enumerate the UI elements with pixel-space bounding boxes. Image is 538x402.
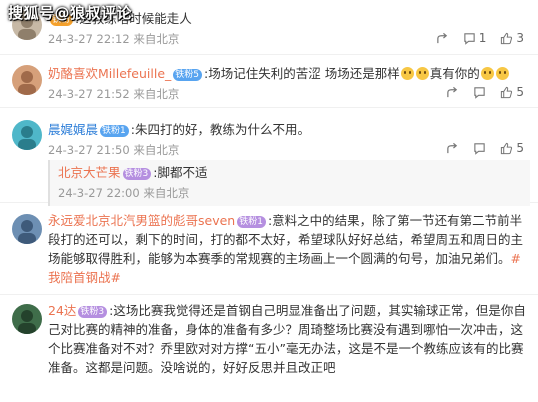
laugh-cry-emoji-icon xyxy=(480,67,494,80)
like-button[interactable]: 5 xyxy=(500,141,524,155)
comment-text-suffix: 真有你的 xyxy=(429,66,480,81)
thumbs-up-icon xyxy=(501,142,513,154)
reply-button[interactable] xyxy=(473,86,486,99)
avatar[interactable] xyxy=(12,120,42,150)
avatar[interactable] xyxy=(12,304,42,334)
comment-body: 永远爱北京北汽男篮的彪哥seven 铁粉1:意料之中的结果，除了第一节还有第二节前… xyxy=(48,211,530,287)
share-icon xyxy=(447,142,458,153)
avatar[interactable] xyxy=(12,65,42,95)
reply-timestamp: 24-3-27 22:00 来自北京 xyxy=(58,186,190,200)
comment-icon xyxy=(464,32,475,45)
fan-badge: 铁粉5 xyxy=(173,69,203,81)
reply-button[interactable]: 1 xyxy=(463,31,487,45)
share-button[interactable] xyxy=(446,86,459,99)
fan-badge: 铁粉1 xyxy=(100,125,129,137)
comment-author[interactable]: 奶酪喜欢Millefeuille_ xyxy=(48,66,171,81)
share-button[interactable] xyxy=(436,32,449,45)
comment-author[interactable]: 永远爱北京北汽男篮的彪哥seven xyxy=(48,213,235,228)
share-icon xyxy=(436,32,447,43)
fan-badge: 铁粉3 xyxy=(78,306,108,318)
fan-badge: 铁粉3 xyxy=(122,168,152,180)
comment-author[interactable]: 晨娓娓晨 xyxy=(48,122,98,137)
nested-reply: 北京大芒果 铁粉3:脚都不适 24-3-27 22:00 来自北京 xyxy=(48,160,530,206)
like-count: 5 xyxy=(516,85,524,99)
laugh-cry-emoji-icon xyxy=(415,67,429,80)
comment-text: :场场记住失利的苦涩 场场还是那样 xyxy=(204,66,400,81)
thumbs-up-icon xyxy=(501,32,513,44)
fan-badge: 铁粉1 xyxy=(237,216,266,228)
like-count: 3 xyxy=(516,31,524,45)
like-button[interactable]: 5 xyxy=(500,85,524,99)
comment-body: 24达 铁粉3:这场比赛我觉得还是首钢自己明显准备出了问题，其实输球正常，但是你自… xyxy=(48,301,530,377)
user-avatar-icon xyxy=(18,71,36,95)
user-avatar-icon xyxy=(18,220,36,244)
comment-2: 奶酪喜欢Millefeuille_ 铁粉5:场场记住失利的苦涩 场场还是那样 真有你… xyxy=(0,54,538,108)
comment-4: 永远爱北京北汽男篮的彪哥seven 铁粉1:意料之中的结果，除了第一节还有第二节前… xyxy=(0,202,538,295)
like-button[interactable]: 3 xyxy=(500,31,524,45)
share-button[interactable] xyxy=(446,142,459,155)
laugh-cry-emoji-icon xyxy=(400,67,414,80)
user-avatar-icon xyxy=(18,126,36,150)
like-count: 5 xyxy=(516,141,524,155)
laugh-cry-emoji-icon xyxy=(495,67,509,80)
comment-author[interactable]: 24达 xyxy=(48,303,76,318)
reply-count: 1 xyxy=(478,31,487,45)
share-icon xyxy=(447,86,458,97)
comment-3: 晨娓娓晨 铁粉1:朱四打的好，教练为什么不用。 24-3-27 21:50 来自北… xyxy=(0,107,538,206)
comment-icon xyxy=(474,86,486,99)
comment-actions: 1 3 xyxy=(436,31,524,45)
reply-author[interactable]: 北京大芒果 xyxy=(58,165,121,180)
comment-icon xyxy=(474,142,486,155)
comment-text: :朱四打的好，教练为什么不用。 xyxy=(130,122,310,137)
reply-text: :脚都不适 xyxy=(153,165,208,180)
avatar[interactable] xyxy=(12,214,42,244)
comment-text: :这场比赛我觉得还是首钢自己明显准备出了问题，其实输球正常，但是你自己对比赛的精… xyxy=(48,303,526,375)
comment-actions: 5 xyxy=(446,141,524,155)
reply-button[interactable] xyxy=(473,142,486,155)
user-avatar-icon xyxy=(18,310,36,334)
watermark: 搜狐号@狼叔评论 xyxy=(8,4,133,22)
comment-actions: 5 xyxy=(446,85,524,99)
thumbs-up-icon xyxy=(501,86,513,98)
comment-5: 24达 铁粉3:这场比赛我觉得还是首钢自己明显准备出了问题，其实输球正常，但是你自… xyxy=(0,294,538,402)
